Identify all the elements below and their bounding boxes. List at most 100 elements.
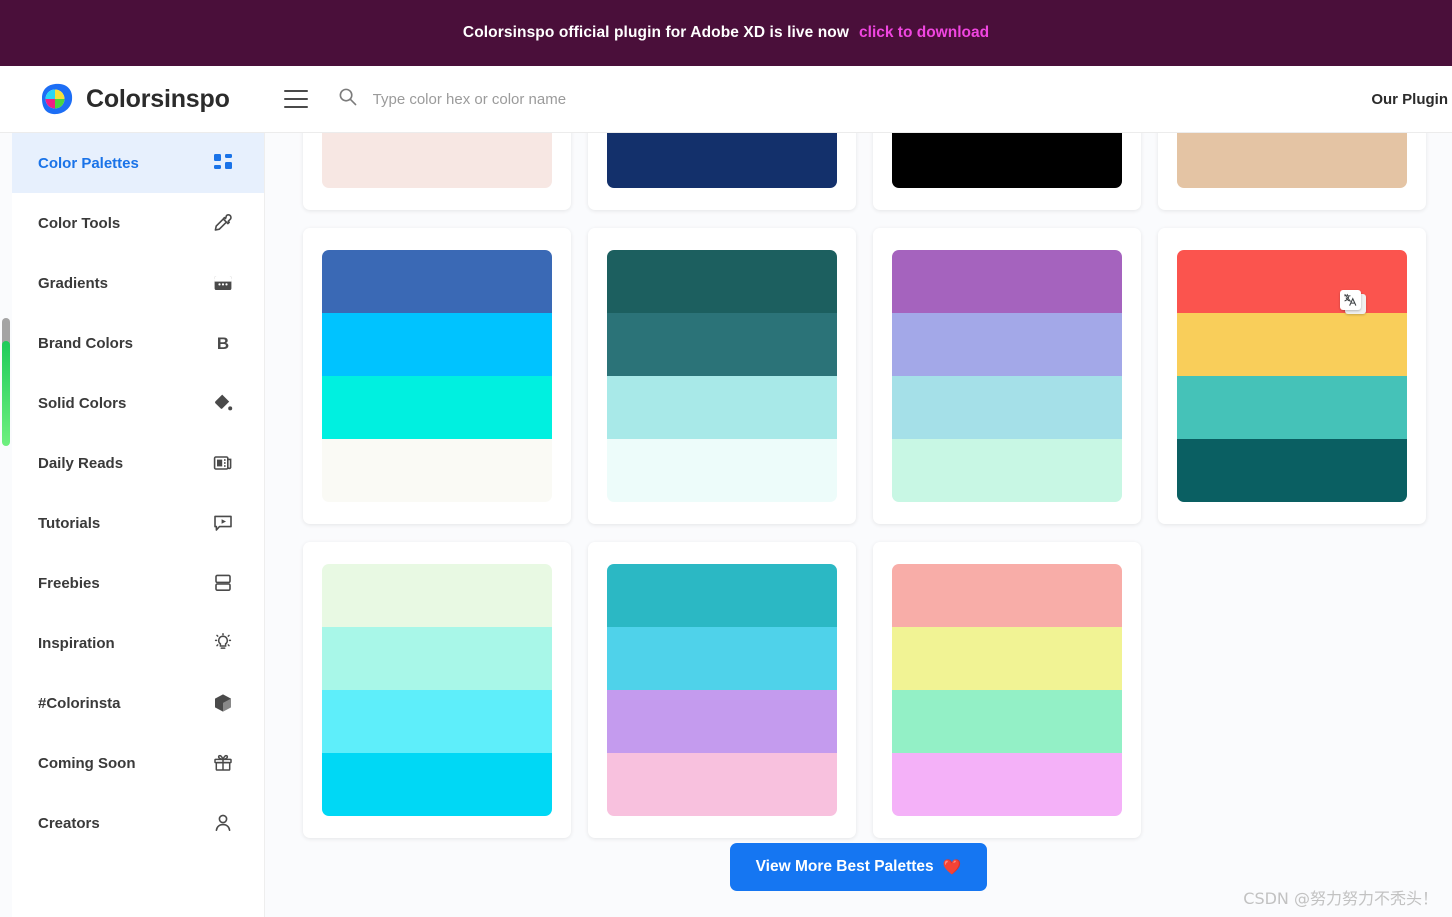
logo-wordmark: Colorsinspo [86,84,230,113]
gradient-icon [212,272,234,294]
color-swatch[interactable] [892,376,1122,439]
color-swatch[interactable] [1177,376,1407,439]
translate-icon[interactable] [1340,290,1366,314]
palette-card[interactable] [588,542,856,838]
video-play-icon [212,512,234,534]
color-swatch[interactable] [892,753,1122,816]
page-scrollbar[interactable] [0,133,12,917]
color-swatch[interactable] [1177,250,1407,313]
view-more-best-palettes-button[interactable]: View More Best Palettes ❤️ [729,843,988,891]
color-swatch[interactable] [607,133,837,188]
sidebar-item-label: Brand Colors [38,334,134,352]
color-swatch[interactable] [322,564,552,627]
sidebar-item-color-palettes[interactable]: Color Palettes [0,133,264,193]
sidebar-item-solid-colors[interactable]: Solid Colors [0,373,264,433]
sidebar-item-freebies[interactable]: Freebies [0,553,264,613]
palette-card[interactable] [1158,133,1426,210]
sidebar-item-coming-soon[interactable]: Coming Soon [0,733,264,793]
color-swatch[interactable] [892,564,1122,627]
palette-card[interactable] [303,228,571,524]
color-swatch[interactable] [892,627,1122,690]
color-swatch[interactable] [607,439,837,502]
colorsinspo-logo-icon [38,82,74,116]
palette-card[interactable] [1158,228,1426,524]
sidebar-item-tutorials[interactable]: Tutorials [0,493,264,553]
color-swatch[interactable] [322,627,552,690]
sidebar-item-label: Coming Soon [38,754,136,772]
logo[interactable]: Colorsinspo [38,82,230,116]
palette-grid-row-bottom [265,542,1452,838]
svg-text:B: B [217,334,229,353]
sidebar-item-creators[interactable]: Creators [0,793,264,853]
palette-card[interactable] [588,228,856,524]
search-box[interactable] [338,87,1372,111]
cube-icon [212,692,234,714]
promo-banner-message: Colorsinspo official plugin for Adobe XD… [462,24,850,41]
palette-grid-row-middle [265,228,1452,524]
color-swatch[interactable] [607,753,837,816]
user-icon [212,812,234,834]
color-swatch[interactable] [322,439,552,502]
palette-swatches [1177,250,1407,502]
color-swatch[interactable] [892,690,1122,753]
color-swatch[interactable] [1177,133,1407,188]
sidebar: Color Palettes Color Tools Gradients Brand … [0,133,265,917]
color-swatch[interactable] [607,376,837,439]
page-root: Colorsinspo official plugin for Adobe XD… [0,0,1452,917]
color-swatch[interactable] [1177,313,1407,376]
color-swatch[interactable] [607,627,837,690]
sidebar-item-brand-colors[interactable]: Brand Colors B [0,313,264,373]
sidebar-item-label: Solid Colors [38,394,127,412]
palette-grid-row-top [265,133,1452,210]
color-swatch[interactable] [1177,439,1407,502]
promo-banner: Colorsinspo official plugin for Adobe XD… [0,0,1452,66]
palette-card[interactable] [873,228,1141,524]
main-content [265,133,1452,917]
palette-card[interactable] [873,542,1141,838]
sidebar-item-daily-reads[interactable]: Daily Reads [0,433,264,493]
color-swatch[interactable] [892,313,1122,376]
sidebar-item-label: Color Tools [38,214,121,232]
palette-card[interactable] [873,133,1141,210]
palette-swatches [892,250,1122,502]
scrollbar-thumb[interactable] [2,341,10,446]
eyedropper-icon [212,212,234,234]
color-swatch[interactable] [607,690,837,753]
promo-banner-download-link[interactable]: click to download [859,24,989,42]
sidebar-item-color-tools[interactable]: Color Tools [0,193,264,253]
stacked-boxes-icon [212,572,234,594]
color-swatch[interactable] [322,690,552,753]
sidebar-item-label: Daily Reads [38,454,124,472]
color-swatch[interactable] [892,250,1122,313]
palette-card[interactable] [588,133,856,210]
palette-swatches [607,564,837,816]
color-swatch[interactable] [322,313,552,376]
sidebar-item-colorinsta[interactable]: #Colorinsta [0,673,264,733]
sidebar-item-inspiration[interactable]: Inspiration [0,613,264,673]
palette-swatches [607,133,837,188]
color-swatch[interactable] [607,564,837,627]
palette-swatches [322,250,552,502]
color-swatch[interactable] [322,376,552,439]
color-swatch[interactable] [892,133,1122,188]
sidebar-item-gradients[interactable]: Gradients [0,253,264,313]
search-input[interactable] [372,90,793,108]
palette-swatches [322,133,552,188]
color-swatch[interactable] [322,133,552,188]
heart-icon: ❤️ [942,859,962,876]
color-swatch[interactable] [892,439,1122,502]
color-swatch[interactable] [322,250,552,313]
gift-icon [212,752,234,774]
color-swatch[interactable] [607,250,837,313]
color-swatch[interactable] [607,313,837,376]
palette-card[interactable] [303,133,571,210]
news-icon [212,452,234,474]
grid-icon [212,152,234,174]
color-swatch[interactable] [322,753,552,816]
nav-our-plugin[interactable]: Our Plugin [1371,91,1448,108]
hamburger-icon[interactable] [283,90,308,108]
palette-card[interactable] [303,542,571,838]
sidebar-item-label: Inspiration [38,634,115,652]
view-more-container: View More Best Palettes ❤️ [265,843,1452,891]
palette-swatches [1177,133,1407,188]
